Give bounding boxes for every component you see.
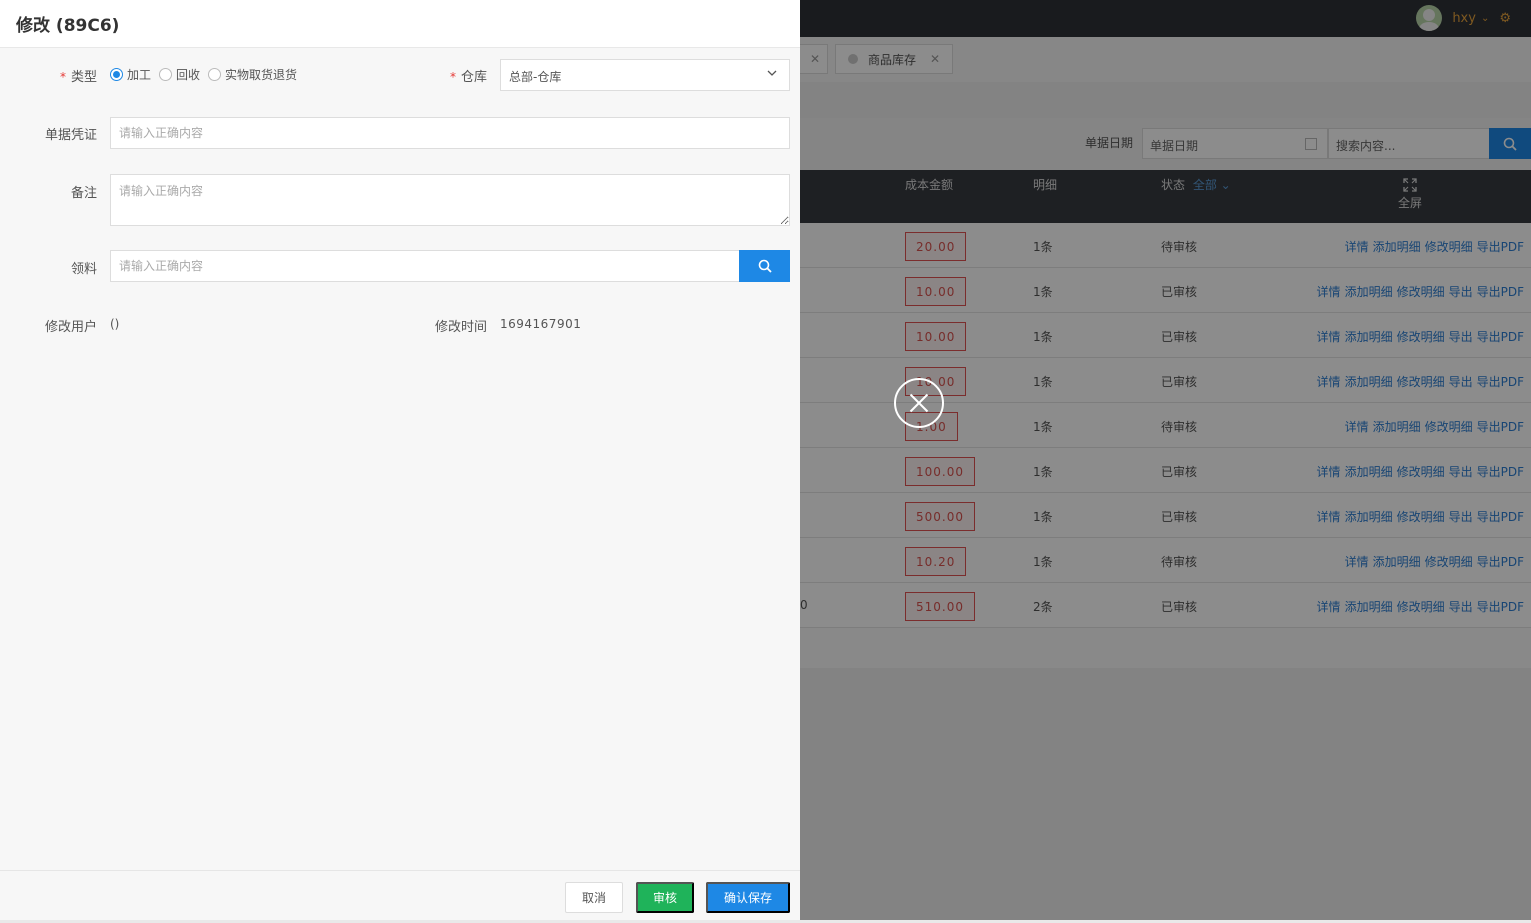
warehouse-label: * 仓库	[430, 66, 487, 85]
warehouse-label-text: 仓库	[460, 70, 487, 85]
type-option-label: 加工	[127, 68, 152, 82]
edit-drawer: 修改 (89C6) * 类型 加工 回收 实物取货退货 * 仓库 总部-仓库 单据凭…	[0, 0, 800, 920]
voucher-input[interactable]	[110, 117, 790, 149]
drawer-footer: 取消 审核 确认保存	[0, 870, 800, 920]
type-option-label: 回收	[176, 68, 201, 82]
material-search-button[interactable]	[739, 250, 790, 282]
required-mark: *	[449, 70, 456, 84]
save-button[interactable]: 确认保存	[706, 882, 790, 913]
drawer-header: 修改 (89C6)	[0, 0, 800, 48]
audit-button[interactable]: 审核	[636, 882, 694, 913]
chevron-down-icon	[767, 70, 777, 76]
type-option-label: 实物取货退货	[225, 68, 298, 82]
remark-textarea[interactable]	[110, 174, 790, 226]
modifier-value: ()	[110, 317, 120, 331]
warehouse-value: 总部-仓库	[509, 70, 562, 84]
modifier-label: 修改用户	[44, 320, 97, 335]
drawer-title: 修改 (89C6)	[16, 16, 120, 36]
warehouse-select[interactable]: 总部-仓库	[500, 59, 790, 91]
modified-time-label: 修改时间	[434, 320, 487, 335]
type-option-return[interactable]: 实物取货退货	[208, 66, 297, 83]
search-icon	[758, 259, 772, 273]
radio-icon	[208, 68, 222, 81]
type-label-text: 类型	[70, 70, 97, 85]
remark-label: 备注	[70, 186, 97, 201]
modified-time-value: 1694167901	[500, 317, 582, 331]
radio-checked-icon	[110, 68, 123, 81]
type-option-recycle[interactable]: 回收	[159, 66, 200, 83]
type-option-processing[interactable]: 加工	[110, 66, 151, 83]
material-label: 领料	[70, 262, 97, 277]
radio-icon	[159, 68, 173, 81]
material-input[interactable]	[110, 250, 740, 282]
type-radio-group: 加工 回收 实物取货退货	[110, 66, 305, 83]
type-label: * 类型	[40, 66, 97, 85]
close-drawer-icon[interactable]	[894, 378, 944, 428]
cancel-button[interactable]: 取消	[565, 882, 623, 913]
voucher-label: 单据凭证	[44, 128, 97, 143]
required-mark: *	[59, 70, 66, 84]
